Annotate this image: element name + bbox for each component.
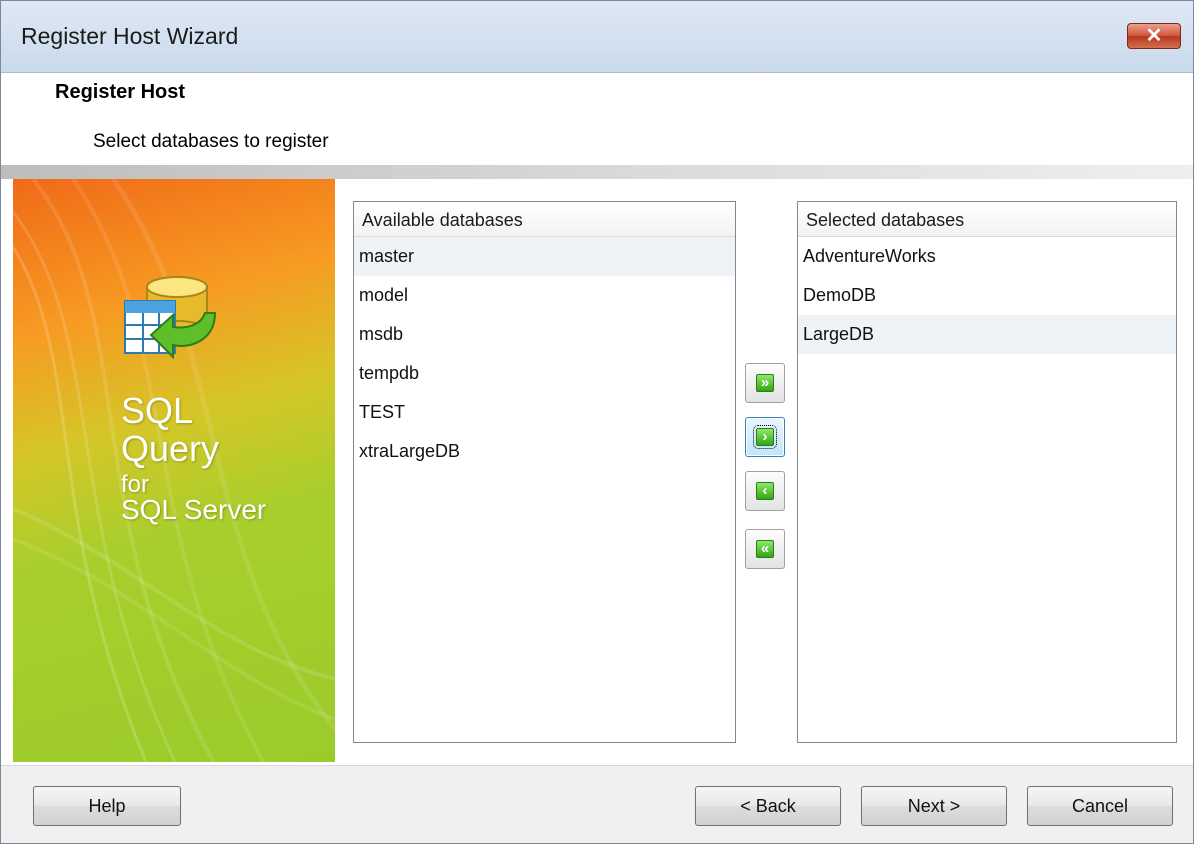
back-button[interactable]: < Back	[695, 786, 841, 826]
available-databases-list[interactable]: Available databases master model msdb te…	[353, 201, 736, 743]
cancel-button-label: Cancel	[1071, 796, 1129, 816]
product-banner: SQL Query for SQL Server	[13, 179, 335, 762]
wizard-header: Register Host Select databases to regist…	[1, 73, 1193, 165]
list-item[interactable]: tempdb	[354, 354, 735, 393]
list-item[interactable]: xtraLargeDB	[354, 432, 735, 471]
wizard-footer: Help < Back Next > Cancel	[1, 765, 1193, 843]
back-button-label: < Back	[740, 796, 796, 816]
list-item[interactable]: msdb	[354, 315, 735, 354]
list-item[interactable]: AdventureWorks	[798, 237, 1176, 276]
double-right-arrow-icon: »	[756, 374, 774, 392]
next-button[interactable]: Next >	[861, 786, 1007, 826]
window-title: Register Host Wizard	[21, 23, 239, 49]
available-databases-header[interactable]: Available databases	[354, 202, 735, 237]
wizard-window: Register Host Wizard ✕ Register Host Sel…	[0, 0, 1194, 844]
banner-line-query: Query	[121, 428, 220, 469]
banner-line-sql: SQL	[121, 390, 194, 431]
add-all-button[interactable]: »	[745, 363, 785, 403]
list-item[interactable]: master	[354, 237, 735, 276]
database-import-icon	[124, 276, 217, 360]
wizard-content: SQL Query for SQL Server Available datab…	[1, 179, 1193, 765]
next-button-label: Next >	[907, 796, 961, 816]
page-title: Register Host	[55, 81, 186, 103]
header-separator	[1, 165, 1193, 179]
cancel-button[interactable]: Cancel	[1027, 786, 1173, 826]
remove-button[interactable]: ‹	[745, 471, 785, 511]
add-button[interactable]: ›	[745, 417, 785, 457]
right-arrow-icon: ›	[753, 425, 777, 449]
list-item[interactable]: TEST	[354, 393, 735, 432]
list-item[interactable]: LargeDB	[798, 315, 1176, 354]
double-left-arrow-icon: «	[756, 540, 774, 558]
page-subtitle: Select databases to register	[93, 131, 329, 152]
help-button-label: Help	[88, 796, 126, 816]
close-button[interactable]: ✕	[1127, 23, 1181, 49]
title-bar[interactable]: Register Host Wizard ✕	[1, 1, 1193, 73]
help-button[interactable]: Help	[33, 786, 181, 826]
close-icon: ✕	[1145, 25, 1163, 47]
left-arrow-icon: ‹	[756, 482, 774, 500]
list-item[interactable]: DemoDB	[798, 276, 1176, 315]
remove-all-button[interactable]: «	[745, 529, 785, 569]
list-item[interactable]: model	[354, 276, 735, 315]
selected-databases-header[interactable]: Selected databases	[798, 202, 1176, 237]
banner-line-server: SQL Server	[121, 494, 267, 525]
selected-databases-list[interactable]: Selected databases AdventureWorks DemoDB…	[797, 201, 1177, 743]
